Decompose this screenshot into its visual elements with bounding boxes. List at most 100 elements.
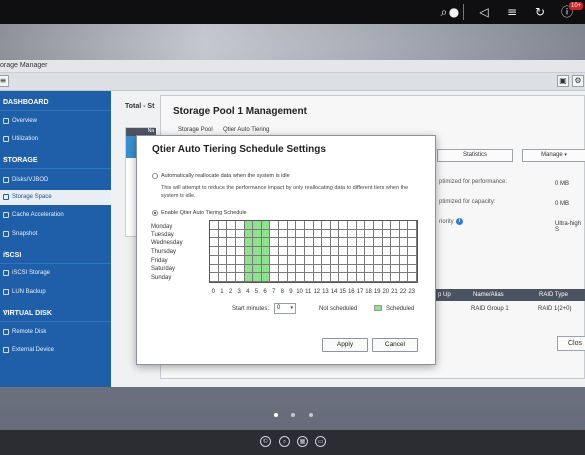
schedule-cell[interactable] — [296, 264, 305, 274]
schedule-cell[interactable] — [210, 247, 219, 256]
schedule-cell[interactable] — [365, 264, 374, 274]
schedule-cell[interactable] — [287, 255, 297, 265]
refresh-icon[interactable]: ↻ — [533, 5, 547, 19]
manage-button[interactable]: Manage ▾ — [522, 149, 585, 162]
sidebar-section-dashboard[interactable]: DASHBOARD ⌃ — [0, 95, 111, 111]
schedule-cell[interactable] — [218, 247, 228, 256]
schedule-cell[interactable] — [227, 229, 236, 239]
schedule-grid[interactable] — [209, 220, 418, 283]
schedule-cell[interactable] — [218, 221, 228, 230]
schedule-cell[interactable] — [235, 273, 245, 282]
schedule-cell[interactable] — [287, 238, 297, 248]
schedule-cell[interactable] — [313, 229, 323, 239]
schedule-cell[interactable] — [270, 264, 279, 274]
schedule-cell[interactable] — [408, 264, 417, 274]
schedule-cell[interactable] — [373, 255, 383, 265]
schedule-cell[interactable] — [356, 255, 366, 265]
tab-qtier-auto-tiering[interactable]: Qtier Auto Tiering — [223, 127, 269, 133]
schedule-cell[interactable] — [296, 238, 305, 248]
schedule-cell[interactable] — [279, 221, 288, 230]
schedule-cell[interactable] — [399, 221, 409, 230]
schedule-cell[interactable] — [261, 255, 271, 265]
schedule-cell[interactable] — [373, 247, 383, 256]
schedule-cell[interactable] — [348, 238, 357, 248]
schedule-cell[interactable] — [253, 221, 262, 230]
schedule-cell[interactable] — [348, 273, 357, 282]
schedule-cell[interactable] — [348, 247, 357, 256]
schedule-cell[interactable] — [227, 264, 236, 274]
schedule-cell[interactable] — [287, 247, 297, 256]
schedule-cell[interactable] — [287, 229, 297, 239]
volume-icon[interactable]: ◁ — [477, 5, 491, 19]
schedule-cell[interactable] — [408, 238, 417, 248]
sidebar-item-overview[interactable]: Overview — [0, 114, 111, 129]
schedule-cell[interactable] — [261, 229, 271, 239]
schedule-cell[interactable] — [322, 229, 331, 239]
schedule-cell[interactable] — [279, 255, 288, 265]
radio-auto-reallocate[interactable] — [152, 173, 158, 179]
sidebar-item-external-device[interactable]: External Device — [0, 343, 111, 358]
schedule-cell[interactable] — [210, 221, 219, 230]
schedule-cell[interactable] — [399, 229, 409, 239]
schedule-cell[interactable] — [253, 273, 262, 282]
schedule-cell[interactable] — [227, 238, 236, 248]
schedule-cell[interactable] — [382, 264, 392, 274]
schedule-cell[interactable] — [218, 255, 228, 265]
schedule-cell[interactable] — [296, 255, 305, 265]
storage-icon[interactable]: ▣ — [557, 75, 569, 87]
menu-icon[interactable]: ≡ — [0, 75, 9, 87]
start-minutes-select[interactable]: 0 ▾ — [274, 303, 296, 314]
schedule-cell[interactable] — [330, 273, 340, 282]
schedule-cell[interactable] — [210, 255, 219, 265]
schedule-cell[interactable] — [391, 255, 400, 265]
schedule-cell[interactable] — [322, 247, 331, 256]
schedule-cell[interactable] — [356, 273, 366, 282]
schedule-cell[interactable] — [279, 238, 288, 248]
schedule-cell[interactable] — [391, 229, 400, 239]
schedule-cell[interactable] — [313, 264, 323, 274]
schedule-cell[interactable] — [279, 247, 288, 256]
schedule-cell[interactable] — [391, 221, 400, 230]
statistics-button[interactable]: Statistics — [437, 149, 513, 162]
schedule-cell[interactable] — [210, 229, 219, 239]
schedule-cell[interactable] — [365, 247, 374, 256]
schedule-cell[interactable] — [408, 247, 417, 256]
schedule-cell[interactable] — [339, 264, 348, 274]
schedule-cell[interactable] — [339, 221, 348, 230]
schedule-cell[interactable] — [356, 247, 366, 256]
schedule-cell[interactable] — [391, 247, 400, 256]
schedule-cell[interactable] — [408, 273, 417, 282]
schedule-cell[interactable] — [382, 229, 392, 239]
schedule-cell[interactable] — [399, 238, 409, 248]
chat-icon[interactable]: ▭ — [315, 436, 326, 447]
schedule-cell[interactable] — [313, 247, 323, 256]
schedule-cell[interactable] — [365, 255, 374, 265]
schedule-cell[interactable] — [304, 229, 314, 239]
sidebar-section-iscsi[interactable]: iSCSI ⌃ — [0, 248, 111, 264]
schedule-cell[interactable] — [279, 229, 288, 239]
schedule-cell[interactable] — [235, 221, 245, 230]
schedule-cell[interactable] — [261, 221, 271, 230]
page-dot[interactable] — [309, 413, 313, 417]
schedule-cell[interactable] — [391, 273, 400, 282]
search-icon[interactable]: ⌕ — [279, 436, 290, 447]
schedule-cell[interactable] — [408, 255, 417, 265]
sidebar-section-storage[interactable]: STORAGE ⌃ — [0, 153, 111, 169]
schedule-cell[interactable] — [279, 264, 288, 274]
schedule-cell[interactable] — [244, 255, 254, 265]
schedule-cell[interactable] — [235, 238, 245, 248]
schedule-cell[interactable] — [365, 238, 374, 248]
schedule-cell[interactable] — [304, 221, 314, 230]
schedule-cell[interactable] — [210, 264, 219, 274]
schedule-cell[interactable] — [330, 247, 340, 256]
schedule-cell[interactable] — [399, 255, 409, 265]
tab-storage-pool[interactable]: Storage Pool — [178, 127, 213, 133]
schedule-cell[interactable] — [210, 238, 219, 248]
schedule-cell[interactable] — [270, 221, 279, 230]
grid-icon[interactable]: ▦ — [297, 436, 308, 447]
schedule-cell[interactable] — [356, 238, 366, 248]
apply-button[interactable]: Apply — [322, 338, 368, 352]
schedule-cell[interactable] — [356, 264, 366, 274]
schedule-cell[interactable] — [227, 247, 236, 256]
schedule-cell[interactable] — [330, 229, 340, 239]
